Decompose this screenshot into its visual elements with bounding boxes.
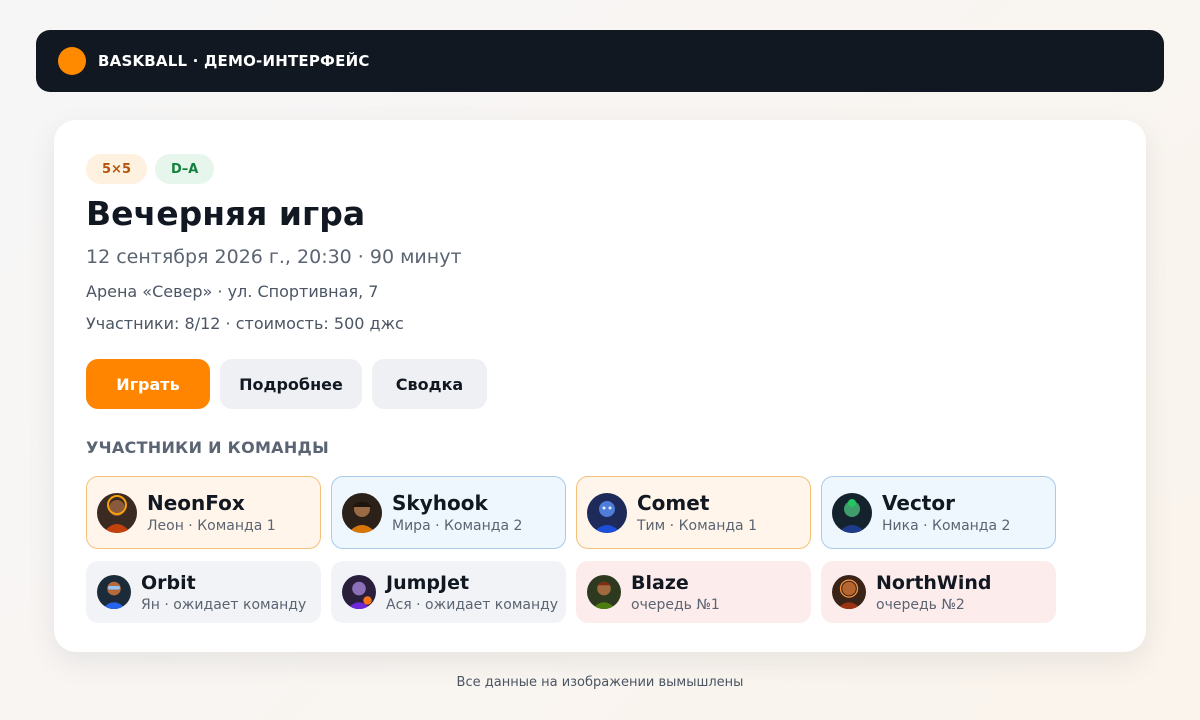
player-card[interactable]: Vector Ника · Команда 2 — [821, 476, 1056, 549]
roster-title: УЧАСТНИКИ И КОМАНДЫ — [86, 438, 329, 457]
player-avatar — [832, 492, 872, 533]
player-subtitle: Тим · Команда 1 — [637, 518, 757, 534]
player-nickname: NeonFox — [147, 491, 245, 515]
app-title: BASKBALL · ДЕМО-ИНТЕРФЕЙС — [98, 52, 370, 70]
player-avatar — [97, 575, 131, 609]
action-buttons: Играть Подробнее Сводка — [86, 359, 487, 409]
roster-row-teams: NeonFox Леон · Команда 1 Skyhook Мира · … — [86, 476, 1066, 549]
player-avatar — [342, 575, 376, 609]
details-button[interactable]: Подробнее — [220, 359, 362, 409]
player-subtitle: Мира · Команда 2 — [392, 518, 523, 534]
player-subtitle: очередь №1 — [631, 596, 720, 613]
player-subtitle: Ася · ожидает команду — [386, 596, 559, 613]
player-nickname: Skyhook — [392, 491, 488, 515]
player-nickname: JumpJet — [386, 571, 470, 594]
app-header: BASKBALL · ДЕМО-ИНТЕРФЕЙС — [36, 30, 1164, 92]
player-card[interactable]: NeonFox Леон · Команда 1 — [86, 476, 321, 549]
player-card[interactable]: Comet Тим · Команда 1 — [576, 476, 811, 549]
player-subtitle: очередь №2 — [876, 596, 965, 613]
player-avatar — [832, 575, 866, 609]
player-subtitle: Ян · ожидает команду — [141, 596, 307, 613]
brand-logo-icon — [58, 47, 86, 75]
player-subtitle: Леон · Команда 1 — [147, 518, 276, 534]
player-nickname: Comet — [637, 491, 710, 515]
player-avatar — [587, 492, 627, 533]
summary-button[interactable]: Сводка — [372, 359, 487, 409]
game-card: 5×5 D–A Вечерняя игра 12 сентября 2026 г… — [54, 120, 1146, 652]
game-badges: 5×5 D–A — [86, 154, 215, 184]
game-title: Вечерняя игра — [86, 194, 366, 233]
player-card[interactable]: Blaze очередь №1 — [576, 561, 811, 623]
player-subtitle: Ника · Команда 2 — [882, 518, 1011, 534]
player-card[interactable]: NorthWind очередь №2 — [821, 561, 1056, 623]
player-avatar — [587, 575, 621, 609]
player-nickname: Vector — [882, 491, 955, 515]
roster-grid: NeonFox Леон · Команда 1 Skyhook Мира · … — [86, 476, 1066, 623]
player-card[interactable]: Skyhook Мира · Команда 2 — [331, 476, 566, 549]
player-avatar — [342, 492, 382, 533]
level-badge: D–A — [154, 154, 215, 184]
game-venue: Арена «Север» · ул. Спортивная, 7 — [86, 282, 379, 301]
player-nickname: Orbit — [141, 571, 196, 594]
game-datetime: 12 сентября 2026 г., 20:30 · 90 минут — [86, 246, 462, 268]
player-card[interactable]: JumpJet Ася · ожидает команду — [331, 561, 566, 623]
play-button[interactable]: Играть — [86, 359, 210, 409]
game-participants: Участники: 8/12 · стоимость: 500 джс — [86, 314, 404, 333]
footer-disclaimer: Все данные на изображении вымышлены — [456, 675, 744, 690]
format-badge: 5×5 — [86, 154, 147, 184]
roster-row-pending: Orbit Ян · ожидает команду JumpJet Ася ·… — [86, 561, 1066, 623]
player-card[interactable]: Orbit Ян · ожидает команду — [86, 561, 321, 623]
player-avatar — [97, 492, 137, 533]
player-nickname: Blaze — [631, 571, 689, 594]
player-nickname: NorthWind — [876, 571, 992, 594]
